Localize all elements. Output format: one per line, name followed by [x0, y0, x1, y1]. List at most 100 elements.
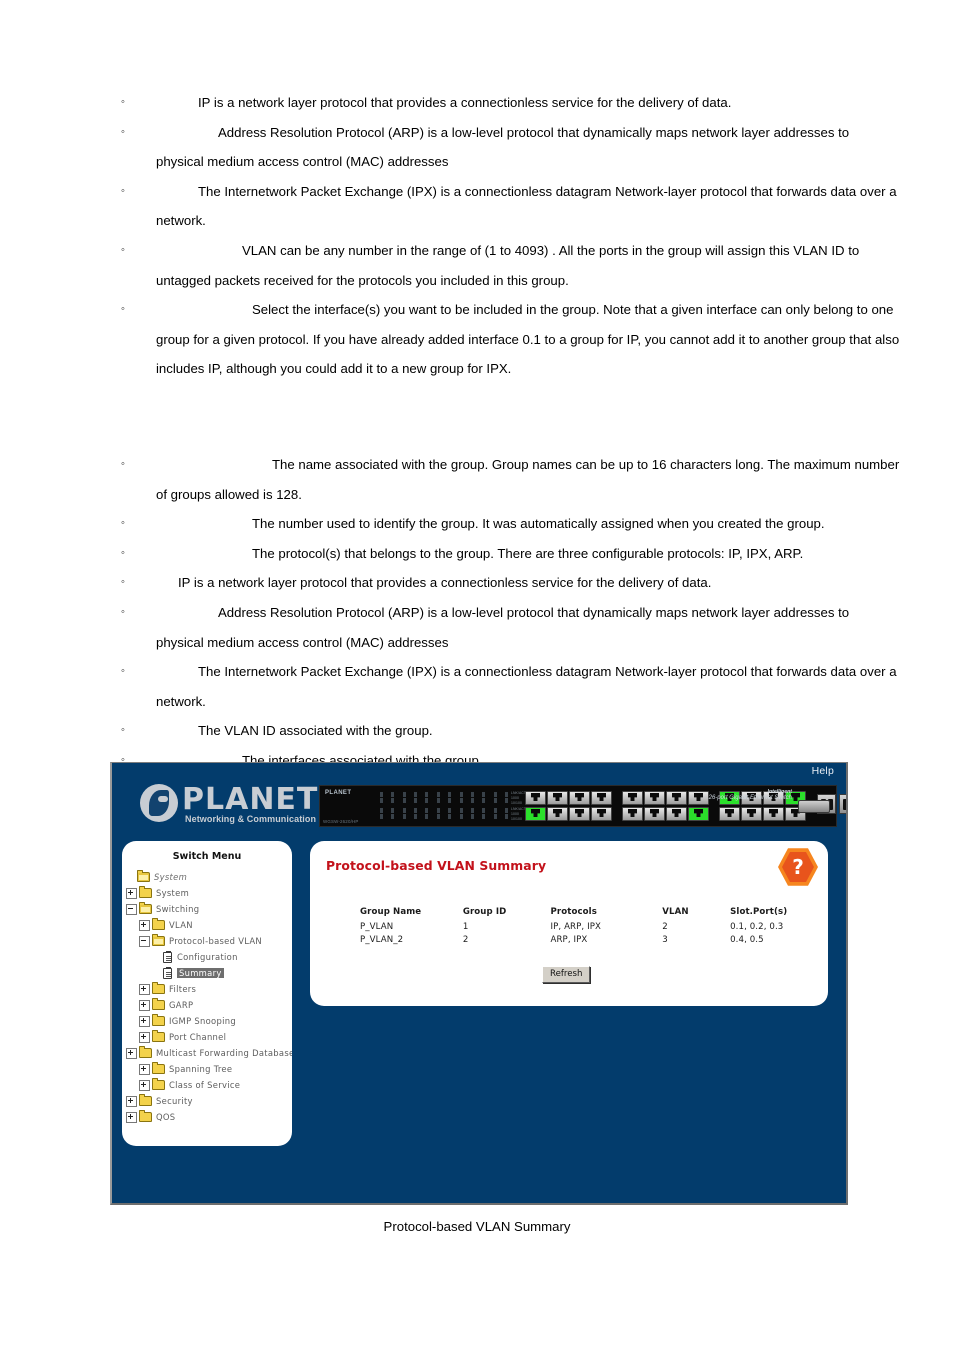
device-port: [622, 791, 643, 805]
sidebar-item-system[interactable]: System: [126, 885, 292, 901]
folder-icon: [152, 1078, 165, 1090]
folder-icon: [139, 886, 152, 898]
expand-icon[interactable]: [139, 999, 150, 1011]
sidebar-item-switching[interactable]: Switching: [126, 901, 292, 917]
bullet-list-section-two: ◦ The name associated with the group. Gro…: [110, 450, 900, 776]
expand-icon[interactable]: [139, 1063, 150, 1075]
planet-logo: PLANET Networking & Communication: [140, 781, 325, 827]
folder-icon: [152, 998, 165, 1010]
sidebar-item-label: Summary: [177, 968, 224, 978]
sidebar-item-system[interactable]: System: [126, 869, 292, 885]
question-mark-hexagon-icon[interactable]: ?: [778, 847, 818, 887]
sidebar-item-configuration[interactable]: Configuration: [126, 949, 292, 965]
sidebar-item-filters[interactable]: Filters: [126, 981, 292, 997]
device-console-port: [798, 800, 830, 813]
bullet-text: IP is a network layer protocol that prov…: [178, 575, 712, 591]
device-port: [644, 807, 665, 821]
sidebar-item-label: Protocol-based VLAN: [169, 936, 262, 946]
collapse-icon[interactable]: [139, 935, 150, 947]
page-icon: [163, 966, 172, 979]
sidebar-item-class-of-service[interactable]: Class of Service: [126, 1077, 292, 1093]
led-label-lnkact-top: LNK/ACT: [511, 791, 527, 795]
bullet-marker-icon: ◦: [121, 96, 125, 108]
vlan-summary-table: Group Name Group ID Protocols VLAN Slot.…: [360, 907, 828, 946]
cell-group-name: P_VLAN: [360, 922, 394, 932]
page-title: Protocol-based VLAN Summary: [326, 858, 547, 873]
bullet-marker-icon: ◦: [121, 665, 125, 678]
expand-icon[interactable]: [139, 1079, 150, 1091]
device-port: [666, 807, 687, 821]
bullet-item: ◦ The Internetwork Packet Exchange (IPX) …: [110, 177, 900, 236]
device-model-label: WGSW-2620/HP: [323, 819, 359, 824]
expand-icon[interactable]: [126, 1095, 137, 1107]
table-row: P_VLAN_2 2 ARP, IPX 3 0.4, 0.5: [360, 933, 828, 946]
device-port: [591, 807, 612, 821]
sidebar-item-multicast-forwarding-database[interactable]: Multicast Forwarding Database: [126, 1045, 292, 1061]
refresh-button[interactable]: Refresh: [542, 966, 591, 983]
cell-group-id: 1: [462, 922, 469, 932]
expand-icon[interactable]: [139, 983, 150, 995]
device-product-label: Intelligent 26-port Gigabit Ethernet Swi…: [709, 789, 792, 801]
bullet-marker-icon: ◦: [121, 184, 125, 197]
help-link[interactable]: Help: [812, 765, 834, 777]
bullet-marker-icon: ◦: [121, 457, 125, 470]
sidebar-item-label: Switching: [156, 904, 200, 914]
sidebar-item-label: System: [156, 888, 190, 898]
expand-icon[interactable]: [126, 1047, 137, 1059]
sidebar-item-qos[interactable]: QOS: [126, 1109, 292, 1125]
sfp-slot: [839, 794, 846, 814]
bullet-text: The Internetwork Packet Exchange (IPX) i…: [156, 183, 897, 229]
bullet-item: ◦ Address Resolution Protocol (ARP) is a …: [110, 598, 900, 657]
switch-menu-sidebar: Switch Menu System System Switching VLAN Pro…: [122, 841, 292, 1146]
planet-logo-text: PLANET: [182, 782, 319, 817]
page-icon: [163, 950, 172, 963]
expand-icon[interactable]: [139, 1031, 150, 1043]
device-port: [547, 807, 568, 821]
sidebar-item-label: Spanning Tree: [169, 1064, 233, 1074]
sidebar-item-label: GARP: [169, 1000, 194, 1010]
sidebar-item-protocol-based-vlan[interactable]: Protocol-based VLAN: [126, 933, 292, 949]
column-header-slot-ports: Slot.Port(s): [730, 907, 788, 917]
expand-icon[interactable]: [139, 919, 150, 931]
content-panel: Protocol-based VLAN Summary ? Group Name…: [310, 841, 828, 1006]
bullet-marker-icon: ◦: [121, 546, 125, 559]
folder-open-icon: [139, 902, 152, 914]
device-port: [688, 807, 709, 821]
bullet-item: ◦ The number used to identify the group. …: [110, 509, 900, 539]
sidebar-item-label: Security: [156, 1096, 193, 1106]
menu-tree: System System Switching VLAN Protocol-based …: [122, 869, 292, 1125]
device-port-group-2: [622, 791, 709, 821]
cell-slot-ports: 0.1, 0.2, 0.3: [730, 922, 784, 932]
sidebar-item-vlan[interactable]: VLAN: [126, 917, 292, 933]
collapse-icon[interactable]: [126, 903, 137, 915]
sidebar-item-igmp-snooping[interactable]: IGMP Snooping: [126, 1013, 292, 1029]
sidebar-item-security[interactable]: Security: [126, 1093, 292, 1109]
folder-icon: [139, 1046, 152, 1058]
sidebar-item-label: Multicast Forwarding Database: [156, 1048, 292, 1058]
device-port: [666, 791, 687, 805]
folder-icon: [152, 1062, 165, 1074]
bullet-item: ◦ VLAN can be any number in the range of …: [110, 236, 900, 295]
sidebar-item-label: IGMP Snooping: [169, 1016, 236, 1026]
expand-icon[interactable]: [139, 1015, 150, 1027]
device-port: [622, 807, 643, 821]
expand-icon[interactable]: [126, 887, 137, 899]
sidebar-item-garp[interactable]: GARP: [126, 997, 292, 1013]
folder-open-icon: [137, 870, 150, 882]
device-port: [719, 807, 740, 821]
sidebar-item-label: Port Channel: [169, 1032, 227, 1042]
device-port: [525, 791, 546, 805]
bullet-marker-icon: ◦: [121, 605, 125, 618]
device-port: [688, 791, 709, 805]
led-label-lnkact-bot: LNK/ACT: [511, 807, 527, 811]
screenshot-figure: Help PLANET Networking & Communication P…: [110, 762, 848, 1205]
expand-icon[interactable]: [126, 1111, 137, 1123]
sidebar-item-summary[interactable]: Summary: [126, 965, 292, 981]
bullet-marker-icon: ◦: [121, 517, 125, 530]
bullet-item: ◦ The protocol(s) that belongs to the gro…: [110, 539, 900, 569]
device-port: [569, 791, 590, 805]
sidebar-item-spanning-tree[interactable]: Spanning Tree: [126, 1061, 292, 1077]
sidebar-item-port-channel[interactable]: Port Channel: [126, 1029, 292, 1045]
bullet-text: Address Resolution Protocol (ARP) is a l…: [156, 604, 850, 650]
